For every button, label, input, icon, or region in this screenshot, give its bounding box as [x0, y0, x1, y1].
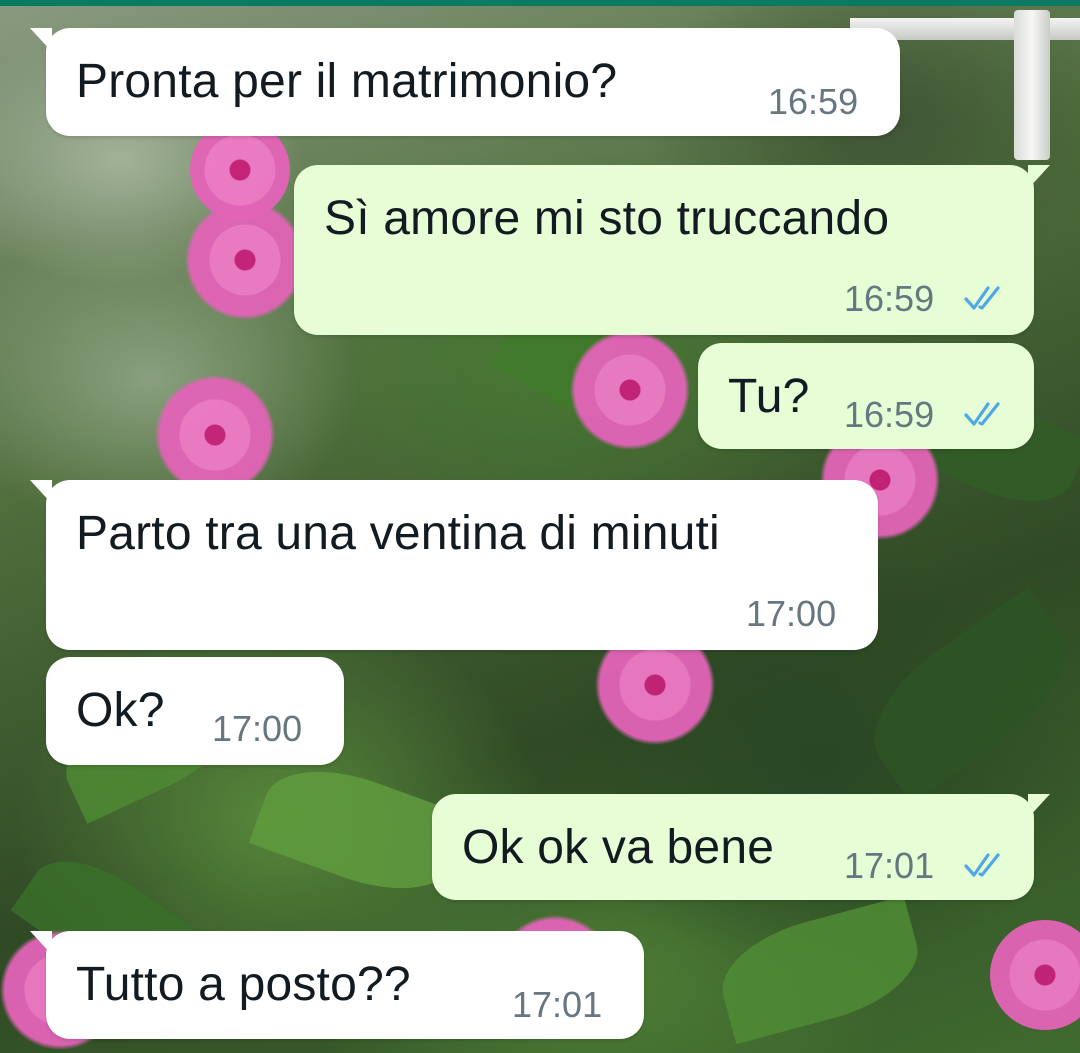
app-bar-edge [0, 0, 1080, 6]
message-time: 17:01 [844, 845, 935, 886]
bubble-tail [1028, 165, 1050, 189]
leaf-decoration [848, 586, 1080, 804]
message-text: Tu? [728, 370, 810, 423]
message-text: Sì amore mi sto truccando [324, 192, 890, 245]
bubble-tail [1028, 794, 1050, 818]
message-bubble-outgoing[interactable]: Sì amore mi sto truccando 16:59 [294, 165, 1050, 335]
message-time: 17:00 [746, 593, 837, 634]
message-text: Parto tra una ventina di minuti [76, 507, 720, 560]
message-bubble-incoming[interactable]: Ok? 17:00 [46, 657, 344, 765]
message-time: 16:59 [768, 81, 859, 122]
pink-flower-decoration [990, 920, 1080, 1030]
read-double-check-icon [964, 853, 1000, 877]
message-bubble-outgoing[interactable]: Tu? 16:59 [698, 343, 1034, 449]
bubble-tail [30, 931, 52, 955]
message-text: Ok ok va bene [462, 821, 775, 874]
message-text: Ok? [76, 684, 165, 737]
message-text: Tutto a posto?? [76, 958, 411, 1011]
leaf-decoration [710, 895, 930, 1045]
read-double-check-icon [964, 402, 1000, 426]
message-time: 16:59 [844, 394, 935, 435]
bubble-tail [30, 480, 52, 504]
message-time: 17:01 [512, 984, 603, 1025]
message-time: 16:59 [844, 278, 935, 319]
message-bubble-incoming[interactable]: Parto tra una ventina di minuti 17:00 [30, 480, 878, 650]
bubble-tail [30, 28, 52, 52]
message-bubble-incoming[interactable]: Pronta per il matrimonio? 16:59 [30, 28, 900, 136]
message-bubble-outgoing[interactable]: Ok ok va bene 17:01 [432, 794, 1050, 900]
fence-post-decoration [1014, 10, 1050, 160]
message-bubble-incoming[interactable]: Tutto a posto?? 17:01 [30, 931, 644, 1039]
read-double-check-icon [964, 286, 1000, 310]
message-time: 17:00 [212, 708, 303, 749]
message-text: Pronta per il matrimonio? [76, 55, 618, 108]
pink-flower-decoration [560, 320, 700, 460]
